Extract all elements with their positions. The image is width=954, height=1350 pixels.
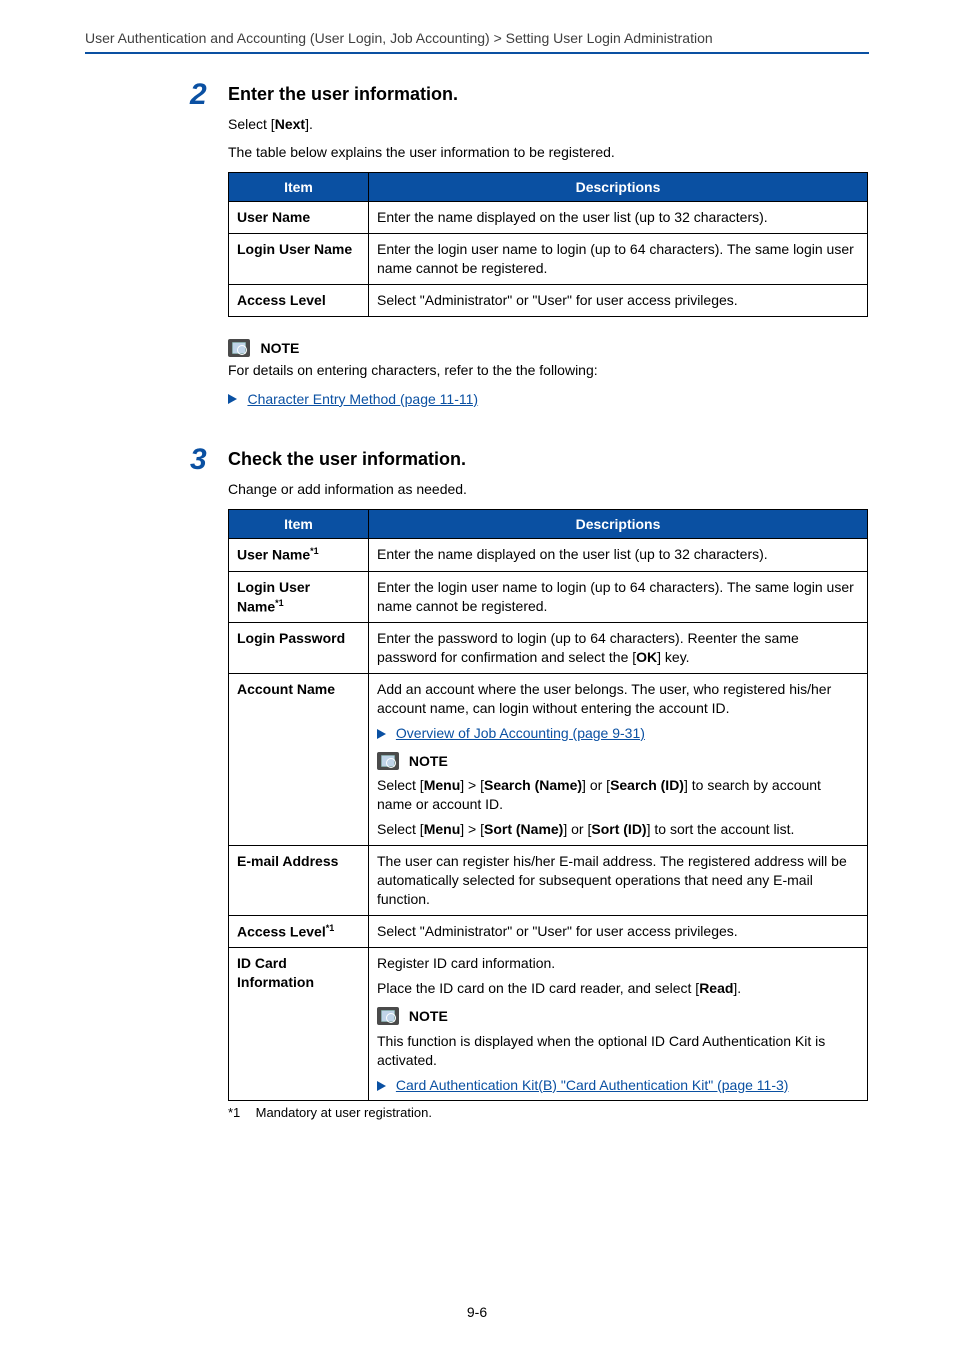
step-2-intro: The table below explains the user inform… (228, 143, 869, 163)
table-row: ID Card Information Register ID card inf… (229, 948, 868, 1101)
card-auth-kit-link[interactable]: Card Authentication Kit(B) "Card Authent… (396, 1077, 789, 1093)
label: Login User (237, 579, 310, 595)
table-row: Access Level Select "Administrator" or "… (229, 284, 868, 316)
cell-item: ID Card Information (229, 948, 369, 1101)
th-item: Item (229, 510, 369, 539)
footnote-mark: *1 (228, 1105, 252, 1120)
cell-desc: Select "Administrator" or "User" for use… (369, 284, 868, 316)
cell-desc: Add an account where the user belongs. T… (369, 673, 868, 845)
cell-item: Account Name (229, 673, 369, 845)
job-accounting-link[interactable]: Overview of Job Accounting (page 9-31) (396, 725, 645, 741)
text: Enter the password to login (up to 64 ch… (377, 630, 799, 665)
note-label: NOTE (409, 752, 448, 768)
table-row: Login Password Enter the password to log… (229, 623, 868, 674)
step-3-title: Check the user information. (228, 449, 869, 470)
cell-desc: Enter the name displayed on the user lis… (369, 539, 868, 572)
step-2-section: 2 Enter the user information. Select [Ne… (85, 84, 869, 409)
cell-desc: Enter the password to login (up to 64 ch… (369, 623, 868, 674)
table-row: Login User Name Enter the login user nam… (229, 234, 868, 285)
text: Select [Menu] > [Search (Name)] or [Sear… (377, 776, 859, 814)
cell-item: Access Level*1 (229, 915, 369, 948)
page-number: 9-6 (0, 1304, 954, 1320)
label: Name (237, 598, 275, 614)
text: Place the ID card on the ID card reader,… (377, 979, 859, 998)
table-row: Account Name Add an account where the us… (229, 673, 868, 845)
step-3-intro: Change or add information as needed. (228, 480, 869, 500)
text: ] key. (657, 649, 689, 665)
th-desc: Descriptions (369, 173, 868, 202)
label: ID Card (237, 955, 287, 971)
th-item: Item (229, 173, 369, 202)
table-row: E-mail Address The user can register his… (229, 846, 868, 916)
cell-desc: Register ID card information. Place the … (369, 948, 868, 1101)
cell-desc: Enter the login user name to login (up t… (369, 571, 868, 622)
cell-item: User Name*1 (229, 539, 369, 572)
breadcrumb: User Authentication and Accounting (User… (85, 30, 869, 54)
arrow-right-icon (377, 729, 386, 739)
cell-desc: Enter the name displayed on the user lis… (369, 202, 868, 234)
footnote: *1 Mandatory at user registration. (85, 1105, 869, 1120)
table-row: Access Level*1 Select "Administrator" or… (229, 915, 868, 948)
next-bold: Next (275, 116, 305, 132)
text: Select [Menu] > [Sort (Name)] or [Sort (… (377, 820, 859, 839)
step-number-3: 3 (190, 443, 207, 477)
table-row: Login User Name*1 Enter the login user n… (229, 571, 868, 622)
step-2-table: Item Descriptions User Name Enter the na… (228, 172, 868, 317)
text: Select [ (228, 116, 275, 132)
footnote-mark: *1 (275, 598, 284, 608)
note-label: NOTE (260, 340, 299, 356)
cell-item: Access Level (229, 284, 369, 316)
note-icon (377, 752, 399, 770)
note-icon (228, 339, 250, 357)
step-3-table: Item Descriptions User Name*1 Enter the … (228, 509, 868, 1101)
character-entry-link[interactable]: Character Entry Method (page 11-11) (247, 391, 478, 407)
ok-bold: OK (636, 649, 657, 665)
table-row: User Name Enter the name displayed on th… (229, 202, 868, 234)
step-3-section: 3 Check the user information. Change or … (85, 449, 869, 1102)
label: Information (237, 974, 314, 990)
cell-item: E-mail Address (229, 846, 369, 916)
cell-desc: The user can register his/her E-mail add… (369, 846, 868, 916)
note-text: For details on entering characters, refe… (228, 361, 869, 381)
step-2-title: Enter the user information. (228, 84, 869, 105)
text: Register ID card information. (377, 954, 859, 973)
label: Access Level (237, 923, 326, 939)
cell-desc: Enter the login user name to login (up t… (369, 234, 868, 285)
cell-item: Login User Name*1 (229, 571, 369, 622)
arrow-right-icon (228, 394, 237, 404)
arrow-right-icon (377, 1081, 386, 1091)
cell-item: Login User Name (229, 234, 369, 285)
step-2-note: NOTE For details on entering characters,… (228, 339, 869, 409)
cell-item: User Name (229, 202, 369, 234)
table-row: User Name*1 Enter the name displayed on … (229, 539, 868, 572)
step-number-2: 2 (190, 78, 207, 112)
label: User Name (237, 547, 310, 563)
footnote-mark: *1 (310, 546, 319, 556)
note-label: NOTE (409, 1008, 448, 1024)
th-desc: Descriptions (369, 510, 868, 539)
cell-item: Login Password (229, 623, 369, 674)
text: ]. (305, 116, 313, 132)
step-2-select-line: Select [Next]. (228, 115, 869, 135)
text: This function is displayed when the opti… (377, 1032, 859, 1070)
footnote-text: Mandatory at user registration. (256, 1105, 432, 1120)
note-icon (377, 1007, 399, 1025)
cell-desc: Select "Administrator" or "User" for use… (369, 915, 868, 948)
text: Add an account where the user belongs. T… (377, 680, 859, 718)
footnote-mark: *1 (326, 923, 335, 933)
